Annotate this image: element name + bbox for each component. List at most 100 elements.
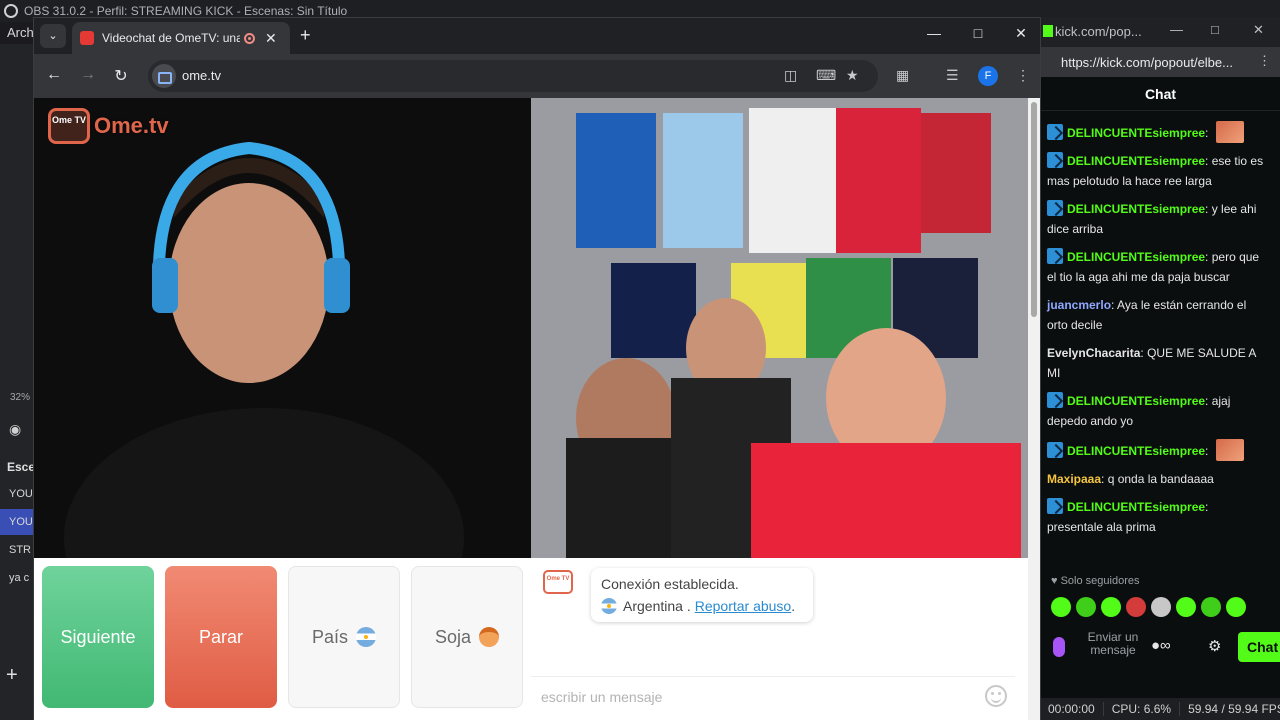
partner-country: Argentina . [623, 598, 691, 614]
tab-title: Videochat de OmeTV: una a [102, 31, 240, 45]
kick-chat-input-bar: Enviar un mensaje ●∞ ⚙ Chat [1041, 629, 1280, 669]
message-input[interactable] [541, 685, 961, 709]
country-button[interactable]: País [288, 566, 400, 708]
emote-icon[interactable] [1101, 597, 1121, 617]
close-window-button[interactable]: ✕ [1009, 25, 1033, 42]
site-info-icon[interactable] [152, 64, 176, 88]
emote-icon[interactable] [1051, 597, 1071, 617]
chat-username[interactable]: DELINCUENTEsiempree [1067, 444, 1205, 458]
emote-icon[interactable] [1126, 597, 1146, 617]
obs-title: OBS 31.0.2 - Perfil: STREAMING KICK - Es… [24, 4, 348, 18]
camera-icon[interactable]: ◉ [9, 421, 21, 438]
tab-search-button[interactable]: ⌄ [40, 24, 66, 48]
add-scene-button[interactable]: + [6, 664, 18, 687]
gender-button[interactable]: Soja [411, 566, 523, 708]
minimize-button[interactable]: — [922, 25, 946, 41]
chat-username[interactable]: EvelynChacarita [1047, 346, 1140, 360]
bookmark-star-icon[interactable]: ★ [846, 67, 859, 84]
kick-menu-kebab-icon[interactable]: ⋮ [1258, 53, 1271, 69]
kick-window-title: kick.com/pop... [1055, 24, 1142, 39]
scrollbar-thumb[interactable] [1031, 102, 1037, 317]
obs-menu-file[interactable]: Arch [0, 22, 34, 44]
close-tab-icon[interactable]: ✕ [265, 30, 277, 47]
chat-username[interactable]: DELINCUENTEsiempree [1067, 394, 1205, 408]
obs-scene-item[interactable]: STR [0, 537, 34, 563]
chat-username[interactable]: Maxipaaa [1047, 472, 1101, 486]
kick-address-bar[interactable]: https://kick.com/popout/elbe... ⋮ [1041, 47, 1280, 77]
cast-icon[interactable]: ◫ [784, 67, 797, 84]
remote-video-image [531, 98, 1028, 558]
menu-kebab-icon[interactable]: ⋮ [1016, 67, 1030, 84]
settings-gear-icon[interactable]: ⚙ [1208, 637, 1221, 655]
emote-bar [1051, 597, 1276, 619]
chat-username[interactable]: DELINCUENTEsiempree [1067, 250, 1205, 264]
ometv-chat-pane: Ome TV Conexión establecida. Argentina .… [531, 558, 1028, 720]
emote-icon[interactable] [1176, 597, 1196, 617]
report-abuse-link[interactable]: Reportar abuso [695, 598, 792, 614]
obs-scene-item[interactable]: YOU [0, 509, 34, 535]
send-chat-button[interactable]: Chat [1238, 632, 1280, 662]
emote-icon[interactable] [1151, 597, 1171, 617]
kick-chat-window: kick.com/pop... — □ ✕ https://kick.com/p… [1041, 17, 1280, 698]
chat-separator: : [1205, 250, 1212, 264]
microphone-icon[interactable] [1053, 637, 1065, 657]
maximize-button[interactable]: □ [966, 25, 990, 41]
chat-message: DELINCUENTEsiempree: [1041, 121, 1271, 143]
obs-scene-item[interactable]: ya c [0, 565, 34, 591]
page-scrollbar[interactable] [1028, 98, 1040, 720]
ometv-page: Ome TV Ome.tv Siguiente Parar País Soja … [34, 98, 1040, 720]
kick-window-titlebar: kick.com/pop... — □ ✕ [1041, 17, 1280, 47]
desktop: OBS 31.0.2 - Perfil: STREAMING KICK - Es… [0, 0, 1280, 720]
kick-minimize-button[interactable]: — [1170, 22, 1183, 37]
emote-icon[interactable] [1226, 597, 1246, 617]
chat-username[interactable]: DELINCUENTEsiempree [1067, 154, 1205, 168]
chat-username[interactable]: juancmerlo [1047, 298, 1111, 312]
kick-url-text[interactable]: https://kick.com/popout/elbe... [1061, 55, 1233, 70]
ometv-favicon-icon [80, 31, 94, 45]
chat-separator: : [1205, 154, 1212, 168]
emote-icon[interactable] [1201, 597, 1221, 617]
chat-emote-icon [1215, 439, 1244, 461]
emote-icon[interactable] [1076, 597, 1096, 617]
kick-close-button[interactable]: ✕ [1253, 22, 1264, 38]
kick-favicon-icon [1043, 25, 1053, 37]
chat-message: EvelynChacarita: QUE ME SALUDE A MI [1041, 343, 1271, 383]
obs-scenes-header: Esce [7, 460, 36, 474]
chat-separator: : [1205, 394, 1212, 408]
chat-message: juancmerlo: Aya le están cerrando el ort… [1041, 295, 1271, 335]
chat-emote-icon [1215, 121, 1244, 143]
country-button-label: País [311, 626, 349, 647]
person-face-icon [479, 627, 500, 647]
kick-chat-title: Chat [1041, 77, 1280, 111]
reload-button[interactable]: ↻ [111, 66, 131, 86]
chat-message: Maxipaaa: q onda la bandaaaa [1041, 469, 1271, 489]
chat-text: q onda la bandaaaa [1107, 472, 1214, 486]
obs-cpu-usage: CPU: 6.6% [1104, 702, 1181, 716]
stop-button[interactable]: Parar [165, 566, 277, 708]
url-text[interactable]: ome.tv [182, 68, 221, 83]
kick-badge-icon [1047, 442, 1063, 458]
emoji-icon[interactable] [985, 685, 1007, 707]
browser-toolbar: ← → ↻ ome.tv ◫ ⌨ ★ ▦ ☰ F ⋮ [34, 54, 1040, 98]
forward-button[interactable]: → [78, 66, 98, 84]
kick-maximize-button[interactable]: □ [1211, 22, 1219, 37]
chat-separator: : [1205, 444, 1212, 458]
media-control-icon[interactable]: ☰ [946, 67, 959, 84]
chat-message: DELINCUENTEsiempree: y lee ahi dice arri… [1041, 199, 1271, 239]
profile-avatar[interactable]: F [978, 66, 998, 86]
chat-username[interactable]: DELINCUENTEsiempree [1067, 126, 1205, 140]
obs-scene-item[interactable]: YOU [0, 481, 34, 507]
kick-message-input[interactable]: Enviar un mensaje [1081, 631, 1145, 657]
translate-icon[interactable]: ⌨ [816, 67, 836, 84]
back-button[interactable]: ← [44, 66, 64, 84]
tab-ometv[interactable]: Videochat de OmeTV: una a ✕ [72, 22, 290, 54]
obs-zoom-level: 32% [10, 392, 31, 403]
emote-picker-icon[interactable]: ●∞ [1151, 637, 1171, 654]
address-bar[interactable]: ome.tv ◫ ⌨ ★ [148, 60, 878, 92]
chat-separator: : [1101, 472, 1108, 486]
extensions-icon[interactable]: ▦ [896, 67, 909, 84]
chat-username[interactable]: DELINCUENTEsiempree [1067, 202, 1205, 216]
new-tab-button[interactable]: + [300, 25, 311, 46]
next-button[interactable]: Siguiente [42, 566, 154, 708]
chat-username[interactable]: DELINCUENTEsiempree [1067, 500, 1205, 514]
